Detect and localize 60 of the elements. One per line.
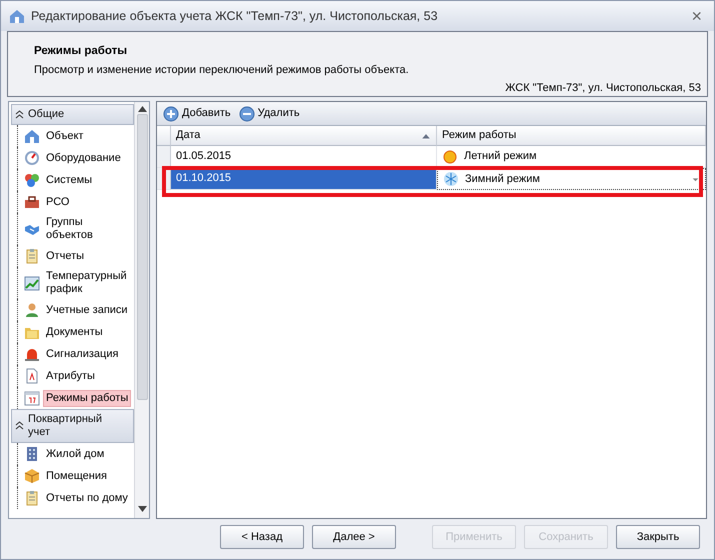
dialog-button[interactable]: Закрыть bbox=[616, 525, 700, 549]
building-icon bbox=[24, 446, 40, 462]
sidebar-item[interactable]: Группы объектов bbox=[43, 214, 134, 244]
sidebar-item[interactable]: Оборудование bbox=[43, 150, 124, 166]
person-icon bbox=[24, 302, 40, 318]
clipboard-icon bbox=[24, 248, 40, 264]
circles-icon bbox=[24, 172, 40, 188]
mode-dropdown[interactable]: Зимний режим bbox=[437, 168, 706, 190]
box-icon bbox=[24, 468, 40, 484]
gauge-icon bbox=[24, 150, 40, 166]
table-cell: 01.10.2015 bbox=[171, 168, 437, 190]
sidebar-item[interactable]: Учетные записи bbox=[43, 302, 131, 318]
minus-icon bbox=[238, 106, 255, 122]
window-title: Редактирование объекта учета ЖСК "Темп-73", ул. Чистопольская, 53 bbox=[31, 8, 438, 25]
close-button[interactable]: × bbox=[687, 7, 706, 25]
corner-header bbox=[157, 126, 171, 146]
table-cell: Летний режим bbox=[437, 146, 706, 168]
section-description: Просмотр и изменение истории переключений режимов работы объекта. bbox=[34, 63, 410, 77]
chevron-icon bbox=[15, 108, 25, 121]
object-name: ЖСК "Темп-73", ул. Чистопольская, 53 bbox=[504, 81, 701, 95]
remove-button[interactable]: Удалить bbox=[238, 105, 300, 122]
scrollbar-thumb[interactable] bbox=[136, 114, 148, 400]
sidebar-item[interactable]: Объект bbox=[43, 128, 86, 144]
sidebar-item[interactable]: Атрибуты bbox=[43, 368, 98, 384]
plus-icon bbox=[163, 106, 179, 122]
column-header[interactable]: Режим работы bbox=[437, 126, 706, 146]
sun-icon bbox=[442, 148, 458, 164]
dialog-button[interactable]: < Назад bbox=[220, 525, 304, 549]
row-header[interactable] bbox=[157, 146, 171, 168]
group-header[interactable]: Поквартирный учет bbox=[11, 409, 134, 443]
chevron-icon bbox=[15, 420, 25, 432]
sidebar-item[interactable]: Отчеты bbox=[43, 248, 88, 264]
snowflake-icon bbox=[443, 171, 459, 187]
group-header[interactable]: Общие bbox=[11, 104, 134, 125]
sidebar-item[interactable]: Температурный график bbox=[43, 268, 134, 298]
sidebar-item[interactable]: Жилой дом bbox=[43, 446, 108, 462]
house-icon bbox=[9, 8, 25, 24]
scroll-up-icon[interactable] bbox=[138, 106, 146, 112]
sidebar-item[interactable]: Режимы работы bbox=[43, 390, 132, 406]
calendar-icon bbox=[24, 390, 40, 406]
chart-icon bbox=[24, 275, 40, 291]
section-title: Режимы работы bbox=[34, 44, 128, 58]
alarm-light-icon bbox=[24, 346, 40, 362]
clipboard-icon bbox=[24, 490, 40, 506]
group-label: Поквартирный учет bbox=[28, 413, 103, 439]
table-cell: 01.05.2015 bbox=[171, 146, 437, 168]
toolbox-icon bbox=[24, 194, 40, 210]
sidebar-item[interactable]: Сигнализация bbox=[43, 346, 122, 362]
sidebar-item[interactable]: Помещения bbox=[43, 468, 110, 484]
sidebar-item[interactable]: Отчеты по дому bbox=[43, 490, 131, 506]
sidebar-item[interactable]: Документы bbox=[43, 324, 106, 340]
sidebar-item[interactable]: РСО bbox=[43, 194, 72, 210]
group-label: Общие bbox=[28, 108, 64, 121]
document-icon bbox=[24, 368, 40, 384]
add-button[interactable]: Добавить bbox=[163, 105, 231, 122]
house-icon bbox=[24, 128, 40, 144]
sidebar-item[interactable]: Системы bbox=[43, 172, 96, 188]
scroll-down-icon[interactable] bbox=[138, 506, 146, 512]
dialog-button[interactable]: Далее > bbox=[312, 525, 396, 549]
column-header[interactable]: Дата bbox=[171, 126, 437, 146]
